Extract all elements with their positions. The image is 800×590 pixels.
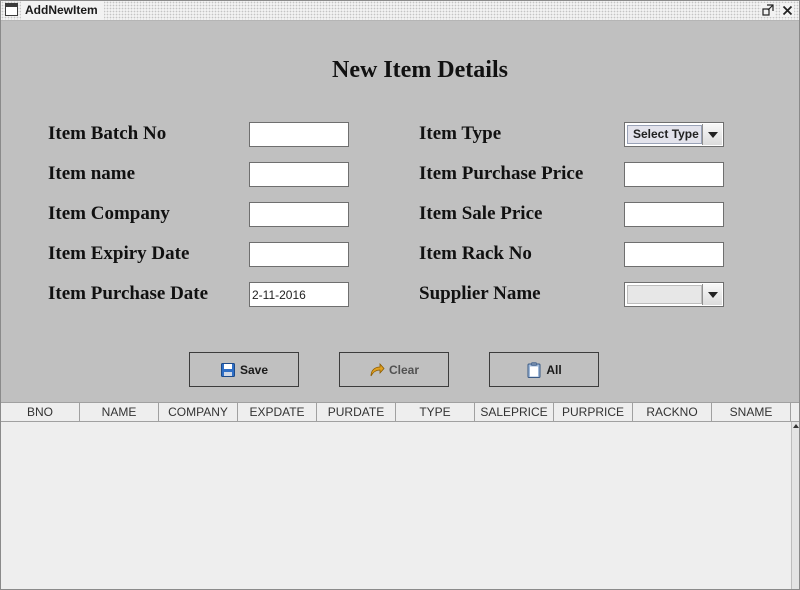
floppy-disk-icon bbox=[220, 362, 236, 378]
item-expiry-date-input[interactable] bbox=[249, 242, 349, 267]
label-item-purchase-price: Item Purchase Price bbox=[419, 163, 584, 184]
label-item-type: Item Type bbox=[419, 123, 502, 144]
item-form-panel: New Item Details Item Batch No Item name… bbox=[1, 21, 799, 402]
label-item-expiry-date: Item Expiry Date bbox=[48, 243, 190, 264]
item-company-input[interactable] bbox=[249, 202, 349, 227]
all-button[interactable]: All bbox=[489, 352, 599, 387]
supplier-name-selected bbox=[627, 285, 702, 304]
clear-button-label: Clear bbox=[388, 362, 420, 377]
all-button-label: All bbox=[546, 362, 562, 377]
column-header-expdate[interactable]: EXPDATE bbox=[238, 403, 317, 421]
item-sale-price-input[interactable] bbox=[624, 202, 724, 227]
column-header-name[interactable]: NAME bbox=[80, 403, 159, 421]
item-purchase-price-input[interactable] bbox=[624, 162, 724, 187]
label-supplier-name: Supplier Name bbox=[419, 283, 541, 304]
items-table-header: BNO NAME COMPANY EXPDATE PURDATE TYPE SA… bbox=[1, 402, 799, 422]
item-type-selected: Select Type bbox=[627, 125, 702, 144]
column-header-sname[interactable]: SNAME bbox=[712, 403, 791, 421]
clear-button[interactable]: Clear bbox=[339, 352, 449, 387]
column-header-bno[interactable]: BNO bbox=[1, 403, 80, 421]
close-icon[interactable] bbox=[780, 3, 794, 17]
save-button[interactable]: Save bbox=[189, 352, 299, 387]
save-button-label: Save bbox=[239, 362, 269, 377]
item-batch-no-input[interactable] bbox=[249, 122, 349, 147]
item-rack-no-input[interactable] bbox=[624, 242, 724, 267]
column-header-purprice[interactable]: PURPRICE bbox=[554, 403, 633, 421]
window-title: AddNewItem bbox=[21, 1, 104, 20]
column-header-rackno[interactable]: RACKNO bbox=[633, 403, 712, 421]
app-window: AddNewItem New Item Details Item Batch N… bbox=[0, 0, 800, 590]
chevron-down-icon[interactable] bbox=[702, 284, 722, 305]
chevron-down-icon[interactable] bbox=[702, 124, 722, 145]
label-item-purchase-date: Item Purchase Date bbox=[48, 283, 209, 304]
supplier-name-dropdown[interactable] bbox=[624, 282, 724, 307]
column-header-company[interactable]: COMPANY bbox=[159, 403, 238, 421]
column-header-purdate[interactable]: PURDATE bbox=[317, 403, 396, 421]
restore-icon[interactable] bbox=[761, 3, 775, 17]
item-purchase-date-input[interactable] bbox=[249, 282, 349, 307]
form-heading: New Item Details bbox=[332, 57, 508, 83]
item-type-dropdown[interactable]: Select Type bbox=[624, 122, 724, 147]
label-item-name: Item name bbox=[48, 163, 136, 184]
window-icon bbox=[5, 3, 18, 16]
label-item-company: Item Company bbox=[48, 203, 170, 224]
items-table-body[interactable] bbox=[1, 422, 791, 589]
scroll-up-icon[interactable] bbox=[793, 424, 799, 428]
label-item-sale-price: Item Sale Price bbox=[419, 203, 543, 224]
table-scrollbar[interactable] bbox=[791, 422, 799, 589]
item-name-input[interactable] bbox=[249, 162, 349, 187]
curved-arrow-icon bbox=[369, 362, 385, 378]
title-bar[interactable]: AddNewItem bbox=[1, 1, 799, 21]
label-item-rack-no: Item Rack No bbox=[419, 243, 532, 264]
label-item-batch-no: Item Batch No bbox=[48, 123, 167, 144]
clipboard-icon bbox=[526, 361, 542, 378]
column-header-type[interactable]: TYPE bbox=[396, 403, 475, 421]
column-header-saleprice[interactable]: SALEPRICE bbox=[475, 403, 554, 421]
